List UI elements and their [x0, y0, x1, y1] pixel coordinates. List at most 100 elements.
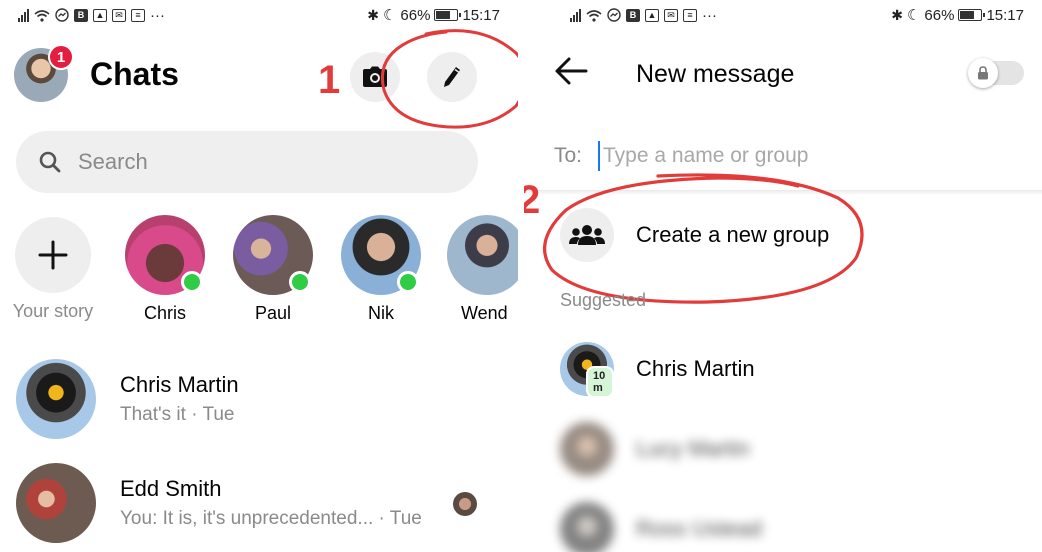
divider	[524, 190, 1042, 195]
profile-avatar-button[interactable]: 1	[14, 44, 74, 102]
camera-icon	[363, 66, 387, 87]
battery-icon	[958, 9, 986, 21]
signal-icon	[18, 8, 29, 22]
chat-text: Edd Smith You: It is, it's unprecedented…	[120, 476, 422, 530]
lock-icon	[978, 66, 988, 80]
contact-name: Ross Ustead	[636, 516, 762, 541]
to-label: To:	[554, 144, 583, 167]
camera-button[interactable]	[350, 52, 400, 102]
search-bar[interactable]: Search	[16, 131, 478, 193]
group-icon	[569, 225, 605, 245]
story-label: Your story	[12, 301, 94, 321]
moon-icon: ☾	[906, 7, 921, 24]
suggested-contact[interactable]: 10 m Chris Martin	[560, 342, 755, 398]
page-title: Chats	[90, 56, 179, 92]
status-left: B ▲ ✉ ≡ ···	[18, 7, 165, 24]
chat-row[interactable]: Edd Smith You: It is, it's unprecedented…	[16, 462, 506, 544]
search-icon	[39, 151, 61, 173]
battery-icon	[434, 9, 462, 21]
more-notifications-icon: ···	[150, 6, 165, 24]
annotation-step-1: 1	[318, 58, 341, 102]
chat-avatar	[16, 359, 96, 439]
story-your-story[interactable]: Your story	[11, 215, 95, 322]
recipient-input[interactable]	[603, 144, 934, 168]
mail-icon: ✉	[112, 8, 126, 22]
story-wend[interactable]: Wend	[447, 215, 518, 324]
story-avatar	[233, 215, 313, 295]
plus-icon	[38, 240, 68, 270]
page-title: New message	[636, 60, 795, 88]
messenger-icon	[607, 8, 621, 22]
status-left: B ▲ ✉ ≡ ···	[570, 7, 717, 24]
chat-preview: That's it · Tue	[120, 404, 235, 425]
wifi-icon	[34, 9, 50, 22]
chat-name: Edd Smith	[120, 476, 222, 501]
messenger-icon	[55, 8, 69, 22]
story-label: Chris	[143, 303, 186, 323]
toggle-knob	[968, 58, 998, 88]
recipient-row: To:	[524, 128, 1042, 184]
create-group-button[interactable]: Create a new group	[560, 208, 829, 262]
story-avatar	[125, 215, 205, 295]
gallery-icon: ▲	[645, 8, 659, 22]
story-avatar	[447, 215, 518, 295]
create-group-label: Create a new group	[636, 222, 830, 247]
search-placeholder: Search	[78, 149, 148, 174]
story-label: Nik	[368, 303, 394, 323]
story-label: Paul	[254, 303, 292, 323]
chat-row[interactable]: Chris Martin That's it · Tue	[16, 358, 506, 440]
annotation-step-2: 2	[524, 178, 541, 222]
text-cursor	[598, 141, 601, 171]
contact-name: Chris Martin	[636, 356, 755, 381]
notification-badge: 1	[48, 44, 74, 70]
battery-percent: 66%	[924, 6, 955, 24]
clock: 15:17	[462, 6, 500, 24]
online-indicator	[289, 271, 311, 293]
online-indicator	[181, 271, 203, 293]
suggested-contact[interactable]: Lucy Martin	[560, 422, 750, 476]
contact-avatar: 10 m	[560, 342, 614, 398]
mail-icon: ✉	[664, 8, 678, 22]
pencil-icon	[444, 67, 460, 87]
news-icon: ≡	[131, 8, 145, 22]
secret-conversation-toggle[interactable]	[968, 58, 1024, 88]
bluetooth-icon: ✱	[367, 6, 379, 23]
signal-icon	[570, 8, 581, 22]
story-label: Wend	[461, 303, 508, 323]
online-indicator	[397, 271, 419, 293]
back-arrow-icon	[555, 57, 588, 85]
suggested-contact[interactable]: Ross Ustead	[560, 502, 762, 552]
story-paul[interactable]: Paul	[231, 215, 315, 324]
section-header-suggested: Suggested	[560, 290, 647, 310]
status-bar: B ▲ ✉ ≡ ··· ✱ ☾ 66% 15:17	[0, 0, 518, 30]
status-right: ✱ ☾ 66% 15:17	[891, 6, 1024, 25]
gallery-icon: ▲	[93, 8, 107, 22]
status-bar: B ▲ ✉ ≡ ··· ✱ ☾ 66% 15:17	[524, 0, 1042, 30]
new-message-button[interactable]	[427, 52, 477, 102]
contact-avatar	[560, 422, 614, 476]
b-app-icon: B	[74, 8, 88, 22]
new-message-screen: B ▲ ✉ ≡ ··· ✱ ☾ 66% 15:17 New message To…	[524, 0, 1042, 552]
chat-preview: You: It is, it's unprecedented... · Tue	[120, 508, 422, 529]
clock: 15:17	[986, 6, 1024, 24]
b-app-icon: B	[626, 8, 640, 22]
chats-screen: B ▲ ✉ ≡ ··· ✱ ☾ 66% 15:17 1 Chats 1 Sear…	[0, 0, 518, 552]
bluetooth-icon: ✱	[891, 6, 903, 23]
group-icon-wrap	[560, 208, 614, 262]
news-icon: ≡	[683, 8, 697, 22]
back-button[interactable]	[554, 56, 588, 91]
story-avatar	[341, 215, 421, 295]
story-chris[interactable]: Chris	[123, 215, 207, 324]
chat-avatar	[16, 463, 96, 543]
battery-percent: 66%	[400, 6, 431, 24]
contact-name: Lucy Martin	[636, 436, 750, 461]
contact-avatar	[560, 502, 614, 552]
status-right: ✱ ☾ 66% 15:17	[367, 6, 500, 25]
story-nik[interactable]: Nik	[339, 215, 423, 324]
moon-icon: ☾	[382, 7, 397, 24]
add-story-button[interactable]	[15, 217, 91, 293]
seen-avatar	[453, 492, 477, 516]
more-notifications-icon: ···	[702, 6, 717, 24]
active-time-badge: 10 m	[586, 366, 614, 398]
wifi-icon	[586, 9, 602, 22]
